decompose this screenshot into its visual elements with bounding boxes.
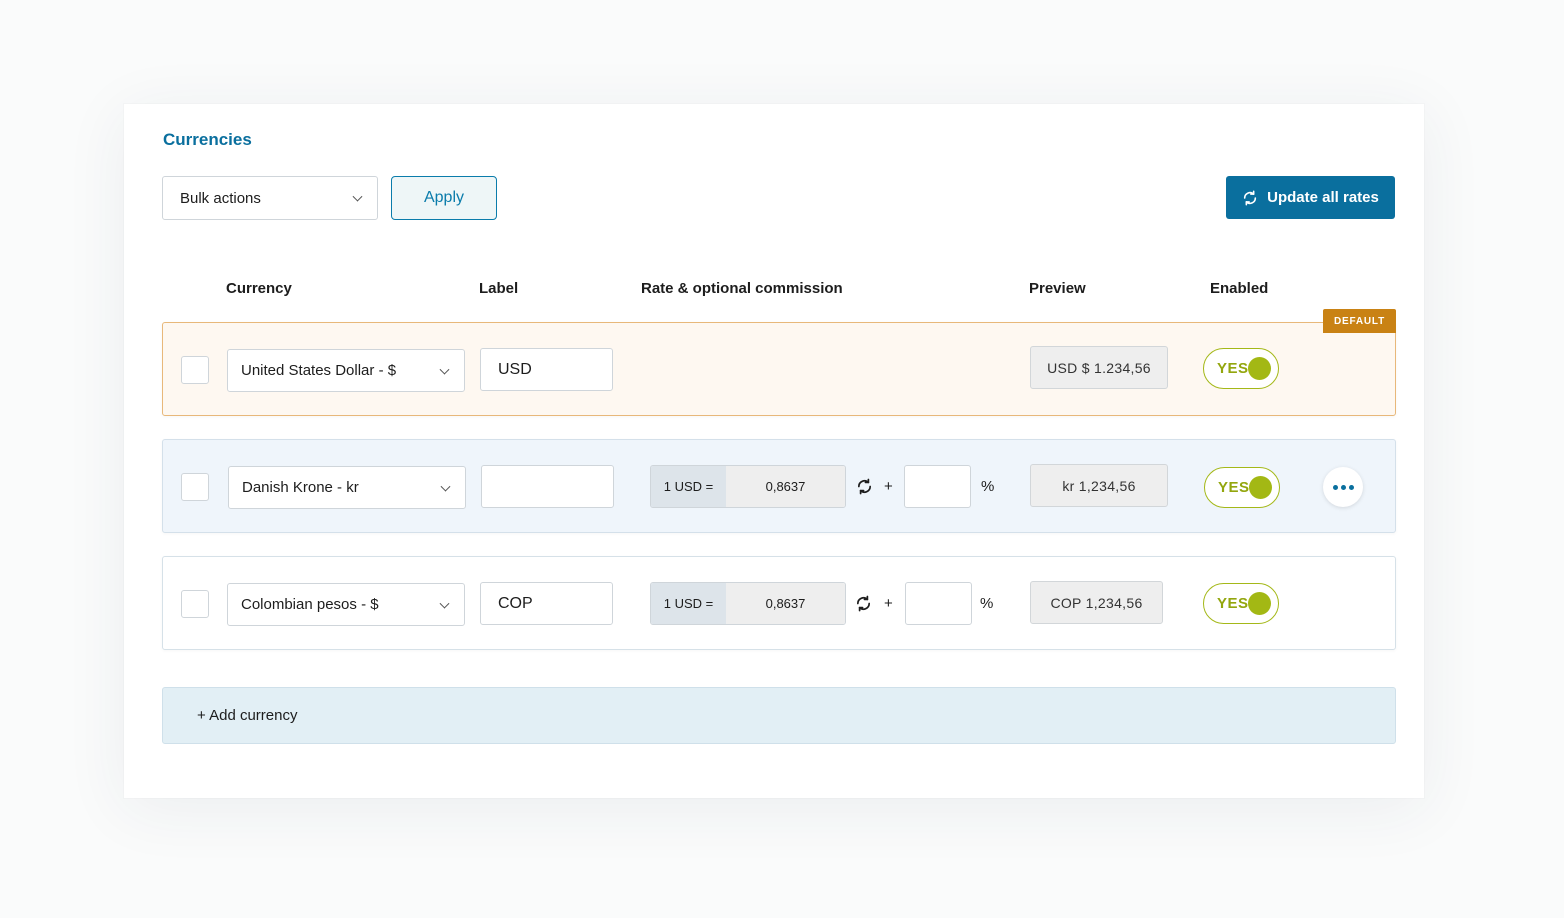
more-horizontal-icon	[1332, 484, 1338, 490]
currency-select-value: Danish Krone - kr	[242, 479, 359, 496]
toggle-knob	[1248, 357, 1271, 380]
update-all-rates-button[interactable]: Update all rates	[1226, 176, 1395, 219]
currencies-card: Currencies Bulk actions Apply Update all…	[124, 104, 1424, 798]
preview-value: COP 1,234,56	[1030, 581, 1163, 624]
currency-row-cop: Colombian pesos - $ 1 USD = 0,8637 + % C…	[162, 556, 1396, 650]
toggle-label: YES	[1217, 595, 1249, 612]
toggle-knob	[1248, 592, 1271, 615]
toggle-label: YES	[1217, 360, 1249, 377]
header-rate: Rate & optional commission	[641, 280, 843, 297]
label-input[interactable]	[481, 465, 614, 508]
header-preview: Preview	[1029, 280, 1086, 297]
rate-prefix: 1 USD =	[651, 583, 726, 624]
header-currency: Currency	[226, 280, 292, 297]
rate-value: 0,8637	[726, 583, 845, 624]
chevron-down-icon	[439, 598, 450, 609]
default-badge: DEFAULT	[1323, 309, 1396, 333]
currency-select[interactable]: Colombian pesos - $	[227, 583, 465, 626]
add-currency-button[interactable]: + Add currency	[162, 687, 1396, 744]
currency-select[interactable]: United States Dollar - $	[227, 349, 465, 392]
row-checkbox[interactable]	[181, 473, 209, 501]
more-options-button[interactable]	[1323, 467, 1363, 507]
label-input[interactable]	[480, 348, 613, 391]
percent-sign: %	[980, 595, 994, 612]
currency-select[interactable]: Danish Krone - kr	[228, 466, 466, 509]
currency-row-dkk: Danish Krone - kr 1 USD = 0,8637 + % kr …	[162, 439, 1396, 533]
plus-sign: +	[884, 595, 893, 612]
enabled-toggle[interactable]: YES	[1203, 348, 1279, 389]
rate-value: 0,8637	[726, 466, 845, 507]
refresh-icon[interactable]	[856, 478, 873, 495]
header-enabled: Enabled	[1210, 280, 1269, 297]
bulk-actions-label: Bulk actions	[180, 189, 261, 207]
preview-value: kr 1,234,56	[1030, 464, 1168, 507]
row-checkbox[interactable]	[181, 590, 209, 618]
rate-group: 1 USD = 0,8637	[650, 582, 846, 625]
currency-row-usd: DEFAULT United States Dollar - $ USD $ 1…	[162, 309, 1396, 416]
enabled-toggle[interactable]: YES	[1203, 583, 1279, 624]
rate-prefix: 1 USD =	[651, 466, 726, 507]
chevron-down-icon	[440, 481, 451, 492]
toggle-label: YES	[1218, 479, 1250, 496]
apply-button[interactable]: Apply	[391, 176, 497, 220]
refresh-icon	[1244, 190, 1257, 205]
bulk-actions-select[interactable]: Bulk actions	[162, 176, 378, 220]
commission-input[interactable]	[905, 582, 972, 625]
chevron-down-icon	[439, 364, 450, 375]
header-label: Label	[479, 280, 519, 297]
commission-input[interactable]	[904, 465, 971, 508]
preview-value: USD $ 1.234,56	[1030, 346, 1168, 389]
row-checkbox[interactable]	[181, 356, 209, 384]
enabled-toggle[interactable]: YES	[1204, 467, 1280, 508]
toggle-knob	[1249, 476, 1272, 499]
percent-sign: %	[981, 478, 995, 495]
update-all-rates-label: Update all rates	[1267, 189, 1379, 206]
plus-sign: +	[884, 478, 893, 495]
label-input[interactable]	[480, 582, 613, 625]
refresh-icon[interactable]	[855, 595, 872, 612]
section-title: Currencies	[163, 130, 252, 149]
rate-group: 1 USD = 0,8637	[650, 465, 846, 508]
chevron-down-icon	[352, 191, 363, 202]
currency-select-value: United States Dollar - $	[241, 362, 397, 379]
currency-select-value: Colombian pesos - $	[241, 596, 379, 613]
